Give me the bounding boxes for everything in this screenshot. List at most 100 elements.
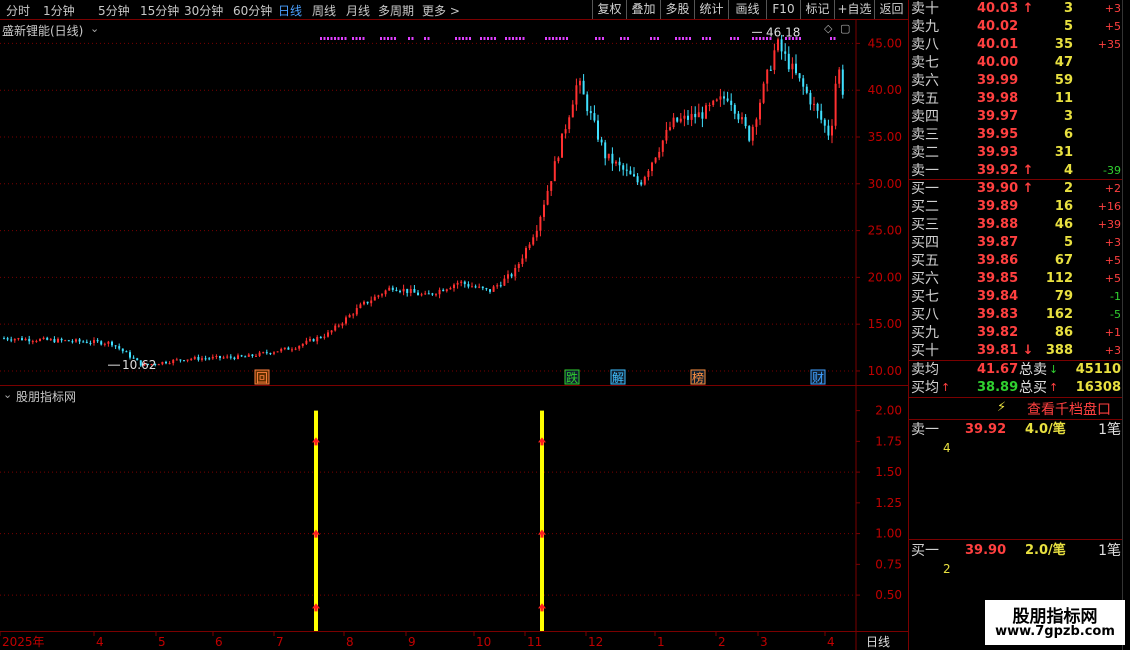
overlay-button[interactable]: 叠加: [626, 0, 660, 19]
bid-row: 买八 39.83 162 -5: [909, 306, 1123, 324]
period-tab-15min[interactable]: 15分钟: [140, 2, 179, 19]
candle-body: [406, 288, 409, 293]
signal-dot: [759, 37, 761, 40]
signal-dot: [730, 37, 732, 40]
candle-body: [564, 129, 567, 134]
event-tag-label: 财: [812, 371, 824, 385]
candle-body: [348, 314, 351, 318]
ask-row: 卖十 40.03 ↑ 3 +3: [909, 0, 1123, 18]
bid-summary-row: 买均 ↑ 38.89 总买 ↑ 16308: [909, 379, 1123, 397]
candle-body: [557, 157, 560, 162]
indicator-panel[interactable]: 2.00 1.75 1.50 1.25 1.00 0.75 0.50 ⌄ 股朋指标网: [0, 385, 908, 632]
period-tab-5min[interactable]: 5分钟: [98, 2, 130, 19]
event-tag-label: 跌: [566, 370, 578, 385]
period-tab-multi[interactable]: 多周期: [378, 2, 414, 19]
bid-volume: 67: [1054, 253, 1073, 268]
ask-price: 39.98: [977, 91, 1019, 106]
candle-body: [449, 288, 452, 290]
candle-body: [71, 341, 74, 343]
candle-body: [247, 354, 250, 357]
f10-button[interactable]: F10: [766, 0, 800, 19]
candle-body: [42, 337, 45, 340]
period-tab-more[interactable]: 更多 >: [422, 2, 460, 19]
draw-line-button[interactable]: 画线: [728, 0, 766, 19]
bid-volume: 86: [1054, 325, 1073, 340]
candlestick-chart-panel[interactable]: 45.00 40.00 35.00 30.00 25.00 20.00 15.00 10.00…: [0, 20, 908, 385]
candle-body: [503, 278, 506, 286]
period-toolbar: 分时 1分钟 5分钟 15分钟 30分钟 60分钟 日线 周线 月线 多周期 更…: [0, 0, 908, 20]
signal-dot: [709, 37, 711, 40]
bid-row: 买二 39.89 16 +16: [909, 198, 1123, 216]
bid-row: 买十 39.81 ↓ 388 +3: [909, 342, 1123, 360]
candlestick-chart[interactable]: 45.00 40.00 35.00 30.00 25.00 20.00 15.00 10.00…: [0, 20, 908, 385]
signal-dot: [653, 37, 656, 40]
diamond-icon[interactable]: ◇: [824, 22, 832, 35]
period-tab-weekly[interactable]: 周线: [312, 2, 336, 19]
period-tab-1min[interactable]: 1分钟: [43, 2, 75, 19]
back-button[interactable]: 返回: [874, 0, 908, 19]
indicator-title: 股朋指标网: [16, 390, 77, 404]
date-label: 2: [718, 635, 726, 649]
ask-total-label: 总卖: [1019, 362, 1047, 378]
candle-body: [118, 346, 121, 349]
ask1-detail-price: 39.92: [965, 422, 1007, 437]
candle-body: [831, 125, 833, 136]
ask-row: 卖七 40.00 47: [909, 54, 1123, 72]
signal-dot: [650, 37, 652, 40]
adjust-button[interactable]: 复权: [592, 0, 626, 19]
candle-body: [640, 182, 643, 185]
signal-dot: [469, 37, 471, 40]
date-label: 8: [346, 635, 354, 649]
stats-button[interactable]: 统计: [694, 0, 728, 19]
candle-body: [658, 151, 661, 158]
period-tab-monthly[interactable]: 月线: [346, 2, 370, 19]
candle-body: [744, 117, 747, 127]
candle-body: [733, 104, 736, 114]
ask-level-label: 卖八: [911, 37, 939, 53]
up-arrow-icon: [538, 603, 546, 612]
candle-body: [409, 289, 412, 293]
mark-button[interactable]: 标记: [800, 0, 834, 19]
signal-dot: [733, 37, 736, 40]
ask-summary-row: 卖均 41.67 总卖 ↓ 45110: [909, 361, 1123, 379]
collapse-icon[interactable]: ▢: [840, 22, 850, 35]
multi-stock-button[interactable]: 多股: [660, 0, 694, 19]
ask-avg-label: 卖均: [911, 362, 939, 378]
thousand-level-button[interactable]: 查看千档盘口: [1027, 399, 1111, 419]
period-tab-30min[interactable]: 30分钟: [184, 2, 223, 19]
candle-body: [114, 345, 117, 347]
candle-body: [204, 358, 207, 360]
candle-body: [798, 73, 801, 79]
ask-row: 卖八 40.01 35 +35: [909, 36, 1123, 54]
period-tab-intraday[interactable]: 分时: [6, 2, 30, 19]
candle-body: [438, 289, 441, 295]
y-tick-label: 1.75: [875, 434, 902, 448]
signal-dot: [320, 37, 322, 40]
ask-volume: 6: [1063, 127, 1073, 142]
period-tab-daily[interactable]: 日线: [278, 2, 302, 19]
signal-dot: [552, 37, 554, 40]
add-favorite-button[interactable]: +自选: [834, 0, 874, 19]
candle-body: [305, 340, 308, 344]
ask-level-label: 卖十: [911, 1, 939, 17]
period-tab-60min[interactable]: 60分钟: [233, 2, 272, 19]
candle-body: [787, 53, 790, 70]
ask-total-value: 45110: [1075, 362, 1121, 377]
candle-body: [463, 281, 466, 285]
candle-body: [255, 355, 257, 357]
bid-change: +1: [1104, 326, 1121, 339]
chart-menu-icon[interactable]: ⌄: [90, 22, 99, 35]
candle-body: [193, 357, 196, 359]
candle-body: [741, 117, 743, 120]
ask-volume: 11: [1054, 91, 1073, 106]
signal-dot: [682, 37, 684, 40]
candle-body: [35, 340, 38, 342]
candle-body: [647, 171, 650, 177]
bid-price: 39.83: [977, 307, 1019, 322]
candle-body: [75, 339, 77, 342]
indicator-menu-icon[interactable]: ⌄: [3, 388, 12, 401]
bid-total-value: 16308: [1075, 380, 1121, 395]
indicator-chart[interactable]: 2.00 1.75 1.50 1.25 1.00 0.75 0.50: [0, 386, 908, 632]
logo-url: www.7gpzb.com: [995, 624, 1115, 639]
candle-body: [723, 96, 725, 99]
